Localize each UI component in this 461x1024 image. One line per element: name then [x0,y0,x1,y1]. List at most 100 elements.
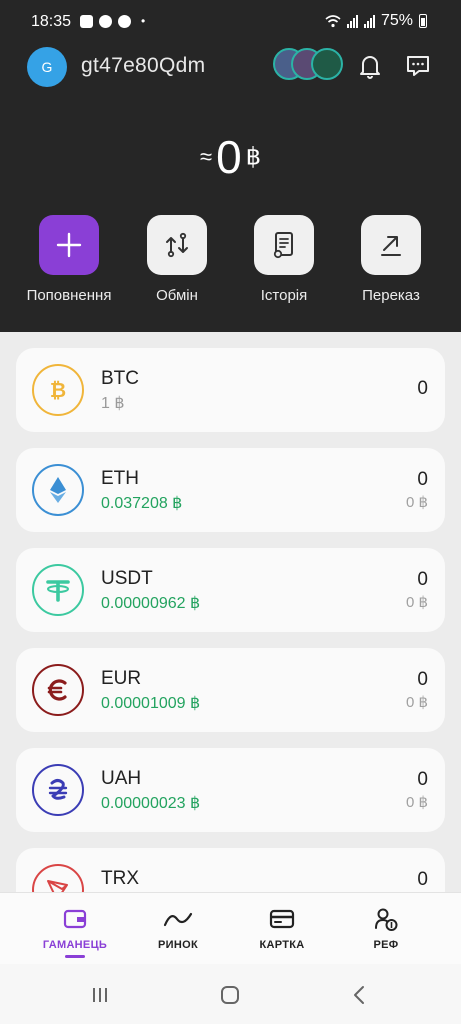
asset-symbol: BTC [101,368,139,389]
asset-rate: 0.00001009 ฿ [101,695,201,712]
transfer-button[interactable] [361,215,421,275]
nav-wallet-label: ГАМАНЕЦЬ [42,939,108,951]
battery-icon [419,14,427,28]
wifi-icon [325,15,341,28]
topup-label: Поповнення [26,287,112,304]
bottom-navigation: ГАМАНЕЦЬ РИНОК КАРТКА РЕФ [0,892,461,965]
topup-button[interactable] [39,215,99,275]
notifications-button[interactable] [353,49,387,83]
transfer-label: Переказ [362,287,420,304]
plus-icon [56,232,82,258]
telegram-notification-icon [99,14,112,28]
nav-card-label: КАРТКА [259,939,305,951]
history-button[interactable] [254,215,314,275]
exchange-action[interactable]: Обмін [117,215,237,304]
euro-icon [32,664,84,716]
approx-sign: ≈ [200,144,213,169]
exchange-label: Обмін [156,287,198,304]
tether-icon [32,564,84,616]
asset-balance-converted: 0 ฿ [405,494,428,511]
status-time: 18:35 [31,13,72,30]
avatar[interactable]: G [27,47,67,87]
history-label: Історія [260,287,308,304]
asset-row-usdt[interactable]: USDT 0.00000962 ฿ 0 0 ฿ [16,548,445,632]
signal-icon [346,14,358,28]
balance-amount: 0 [216,131,242,183]
balance-currency: ฿ [245,143,261,171]
asset-balance: 0 [417,378,428,399]
history-action[interactable]: Історія [224,215,344,304]
asset-rate: 1 ฿ [101,395,125,412]
asset-symbol: USDT [101,568,153,589]
gallery-notification-icon [80,14,93,28]
asset-balance: 0 [417,569,428,590]
ethereum-symbol-icon [50,477,66,503]
asset-symbol: TRX [101,868,139,889]
svg-text:₿: ₿ [50,380,66,402]
total-balance: ≈0 ฿ [0,130,461,184]
tether-symbol-icon [46,580,70,602]
ethereum-icon [32,464,84,516]
recent-apps-icon [93,988,107,1002]
wallet-icon [63,909,87,929]
nav-market-label: РИНОК [158,939,198,951]
asset-balance-converted: 0 ฿ [405,594,428,611]
asset-balance-converted: 0 ฿ [405,694,428,711]
back-icon [354,986,364,1004]
active-tab-indicator [65,955,85,958]
bell-icon [360,56,380,79]
bitcoin-symbol-icon: ₿ [50,380,66,402]
asset-symbol: ETH [101,468,139,489]
history-icon [273,232,293,259]
nav-market[interactable]: РИНОК [128,905,228,951]
asset-row-uah[interactable]: UAH 0.00000023 ฿ 0 0 ฿ [16,748,445,832]
bitcoin-icon: ₿ [32,364,84,416]
asset-symbol: EUR [101,668,142,689]
nav-wallet[interactable]: ГАМАНЕЦЬ [25,905,125,958]
asset-rate: 0.037208 ฿ [101,495,183,512]
transfer-action[interactable]: Переказ [331,215,451,304]
system-navigation-bar [0,964,461,1024]
app-notification-icon [118,14,131,28]
account-header: G gt47e80Qdm [0,44,461,90]
asset-rate: 0.00000023 ฿ [101,795,201,812]
system-status: 75% [325,12,427,30]
status-bar: 18:35 • 75% [0,0,461,44]
hryvnia-symbol-icon [48,779,68,800]
username[interactable]: gt47e80Qdm [81,54,205,78]
back-button[interactable] [344,984,374,1006]
asset-balance: 0 [417,669,428,690]
recent-apps-button[interactable] [85,984,115,1006]
linked-account-icon [311,48,343,80]
nav-referral-label: РЕФ [373,939,399,951]
send-arrow-icon [381,236,401,256]
hryvnia-icon [32,764,84,816]
wallet-header-panel: 18:35 • 75% G gt47e80Qdm ≈0 ฿ Поповнення… [0,0,461,332]
signal-icon-2 [363,14,375,28]
asset-row-btc[interactable]: ₿ BTC 1 ฿ 0 [16,348,445,432]
asset-balance: 0 [417,869,428,890]
euro-symbol-icon [47,679,67,701]
home-button[interactable] [215,984,245,1006]
exchange-button[interactable] [147,215,207,275]
more-notifications-dot: • [141,14,146,28]
market-line-icon [163,912,193,927]
topup-action[interactable]: Поповнення [9,215,129,304]
nav-referral[interactable]: РЕФ [336,905,436,951]
referral-icon [375,908,398,931]
nav-card[interactable]: КАРТКА [232,905,332,951]
home-icon [221,986,239,1004]
notification-icons: • [80,14,145,28]
asset-symbol: UAH [101,768,142,789]
messages-button[interactable] [401,49,435,83]
card-icon [269,909,295,929]
chat-icon [407,56,429,76]
asset-balance-converted: 0 ฿ [405,794,428,811]
battery-percent: 75% [380,12,413,29]
asset-row-eth[interactable]: ETH 0.037208 ฿ 0 0 ฿ [16,448,445,532]
exchange-icon [166,232,188,258]
asset-row-eur[interactable]: EUR 0.00001009 ฿ 0 0 ฿ [16,648,445,732]
linked-accounts-stack[interactable] [273,48,345,84]
asset-balance: 0 [417,769,428,790]
asset-balance: 0 [417,469,428,490]
